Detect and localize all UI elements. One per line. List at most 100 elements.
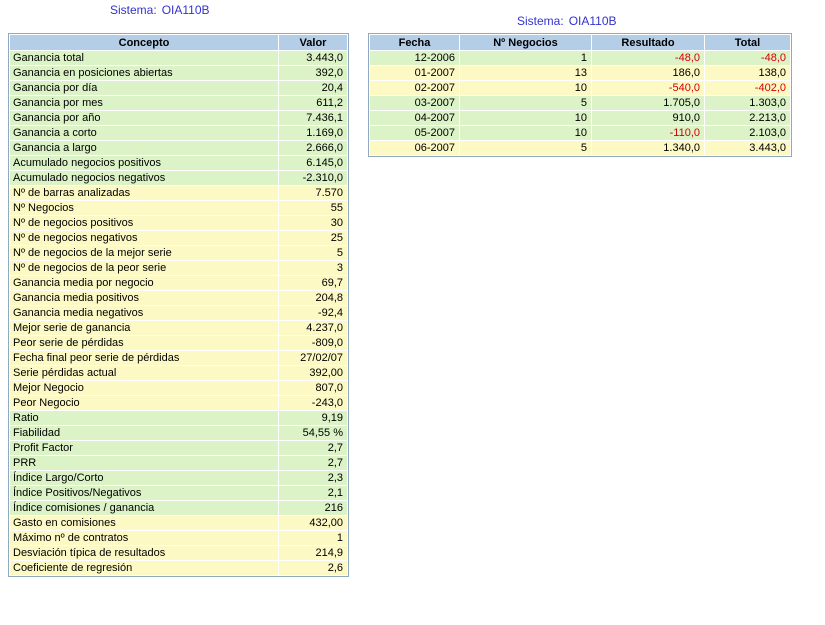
concept-header-row: Concepto Valor xyxy=(10,35,348,51)
fecha-cell: 05-2007 xyxy=(370,126,460,141)
concept-label: Ganancia total xyxy=(10,51,279,66)
concept-label: Serie pérdidas actual xyxy=(10,366,279,381)
concept-row: Nº de negocios positivos30 xyxy=(10,216,348,231)
negocios-cell: 5 xyxy=(460,141,592,156)
concept-value: 7.570 xyxy=(279,186,348,201)
concept-label: Ganancia media positivos xyxy=(10,291,279,306)
concept-row: Gasto en comisiones432,00 xyxy=(10,516,348,531)
fecha-cell: 02-2007 xyxy=(370,81,460,96)
monthly-row: 01-200713186,0138,0 xyxy=(370,66,791,81)
concept-value: 6.145,0 xyxy=(279,156,348,171)
concept-value: 432,00 xyxy=(279,516,348,531)
negocios-cell: 1 xyxy=(460,51,592,66)
concept-row: Ganancia por mes611,2 xyxy=(10,96,348,111)
concepto-column-header: Concepto xyxy=(10,35,279,51)
concept-value: 3.443,0 xyxy=(279,51,348,66)
fecha-cell: 03-2007 xyxy=(370,96,460,111)
total-cell: 2.213,0 xyxy=(705,111,791,126)
system-label: Sistema: xyxy=(517,14,564,28)
concept-label: Índice comisiones / ganancia xyxy=(10,501,279,516)
concept-value: 216 xyxy=(279,501,348,516)
resultado-cell: 1.340,0 xyxy=(592,141,705,156)
concept-value: 2,7 xyxy=(279,456,348,471)
resultado-column-header: Resultado xyxy=(592,35,705,51)
fecha-column-header: Fecha xyxy=(370,35,460,51)
valor-column-header: Valor xyxy=(279,35,348,51)
concept-stats-table: Concepto Valor Ganancia total3.443,0Gana… xyxy=(8,33,349,577)
system-report-screen: Sistema:OIA110B Sistema:OIA110B Concepto… xyxy=(0,0,825,625)
resultado-cell: 910,0 xyxy=(592,111,705,126)
concept-label: Peor serie de pérdidas xyxy=(10,336,279,351)
concept-label: Mejor serie de ganancia xyxy=(10,321,279,336)
concept-row: Acumulado negocios negativos-2.310,0 xyxy=(10,171,348,186)
resultado-cell: -110,0 xyxy=(592,126,705,141)
negocios-cell: 13 xyxy=(460,66,592,81)
concept-row: PRR2,7 xyxy=(10,456,348,471)
concept-label: Nº de negocios de la mejor serie xyxy=(10,246,279,261)
concept-row: Ganancia en posiciones abiertas392,0 xyxy=(10,66,348,81)
concept-table-body: Ganancia total3.443,0Ganancia en posicio… xyxy=(10,51,348,576)
concept-row: Mejor Negocio807,0 xyxy=(10,381,348,396)
concept-row: Serie pérdidas actual392,00 xyxy=(10,366,348,381)
concept-label: Máximo nº de contratos xyxy=(10,531,279,546)
monthly-row: 04-200710910,02.213,0 xyxy=(370,111,791,126)
fecha-cell: 06-2007 xyxy=(370,141,460,156)
concept-label: PRR xyxy=(10,456,279,471)
monthly-row: 06-200751.340,03.443,0 xyxy=(370,141,791,156)
concept-value: 7.436,1 xyxy=(279,111,348,126)
monthly-row: 03-200751.705,01.303,0 xyxy=(370,96,791,111)
resultado-cell: -48,0 xyxy=(592,51,705,66)
concept-row: Índice comisiones / ganancia216 xyxy=(10,501,348,516)
concept-label: Índice Largo/Corto xyxy=(10,471,279,486)
fecha-cell: 01-2007 xyxy=(370,66,460,81)
concept-label: Gasto en comisiones xyxy=(10,516,279,531)
concept-label: Ganancia en posiciones abiertas xyxy=(10,66,279,81)
concept-row: Máximo nº de contratos1 xyxy=(10,531,348,546)
left-system-title: Sistema:OIA110B xyxy=(110,3,210,17)
concept-value: 2.666,0 xyxy=(279,141,348,156)
concept-row: Profit Factor2,7 xyxy=(10,441,348,456)
concept-label: Nº de negocios negativos xyxy=(10,231,279,246)
total-cell: -48,0 xyxy=(705,51,791,66)
total-cell: 3.443,0 xyxy=(705,141,791,156)
concept-row: Acumulado negocios positivos6.145,0 xyxy=(10,156,348,171)
concept-value: 214,9 xyxy=(279,546,348,561)
fecha-cell: 04-2007 xyxy=(370,111,460,126)
monthly-table-body: 12-20061-48,0-48,001-200713186,0138,002-… xyxy=(370,51,791,156)
concept-label: Fecha final peor serie de pérdidas xyxy=(10,351,279,366)
concept-label: Mejor Negocio xyxy=(10,381,279,396)
negocios-cell: 10 xyxy=(460,81,592,96)
negocios-cell: 5 xyxy=(460,96,592,111)
monthly-row: 12-20061-48,0-48,0 xyxy=(370,51,791,66)
concept-label: Nº de barras analizadas xyxy=(10,186,279,201)
concept-row: Nº de negocios negativos25 xyxy=(10,231,348,246)
concept-value: 807,0 xyxy=(279,381,348,396)
concept-row: Índice Positivos/Negativos2,1 xyxy=(10,486,348,501)
monthly-row: 05-200710-110,02.103,0 xyxy=(370,126,791,141)
concept-row: Ganancia media por negocio69,7 xyxy=(10,276,348,291)
concept-label: Nº Negocios xyxy=(10,201,279,216)
concept-value: 611,2 xyxy=(279,96,348,111)
concept-value: 1 xyxy=(279,531,348,546)
concept-row: Nº Negocios55 xyxy=(10,201,348,216)
concept-row: Mejor serie de ganancia4.237,0 xyxy=(10,321,348,336)
concept-row: Fecha final peor serie de pérdidas27/02/… xyxy=(10,351,348,366)
concept-row: Coeficiente de regresión2,6 xyxy=(10,561,348,576)
concept-value: 9,19 xyxy=(279,411,348,426)
concept-value: -809,0 xyxy=(279,336,348,351)
concept-value: 2,1 xyxy=(279,486,348,501)
monthly-row: 02-200710-540,0-402,0 xyxy=(370,81,791,96)
concept-stats-table-grid: Concepto Valor Ganancia total3.443,0Gana… xyxy=(9,34,348,576)
concept-value: 5 xyxy=(279,246,348,261)
concept-value: 20,4 xyxy=(279,81,348,96)
concept-value: 392,0 xyxy=(279,66,348,81)
concept-value: 2,6 xyxy=(279,561,348,576)
concept-label: Ganancia por año xyxy=(10,111,279,126)
concept-value: 54,55 % xyxy=(279,426,348,441)
concept-label: Coeficiente de regresión xyxy=(10,561,279,576)
resultado-cell: 186,0 xyxy=(592,66,705,81)
concept-row: Índice Largo/Corto2,3 xyxy=(10,471,348,486)
concept-row: Nº de negocios de la mejor serie5 xyxy=(10,246,348,261)
concept-value: -92,4 xyxy=(279,306,348,321)
concept-label: Desviación típica de resultados xyxy=(10,546,279,561)
